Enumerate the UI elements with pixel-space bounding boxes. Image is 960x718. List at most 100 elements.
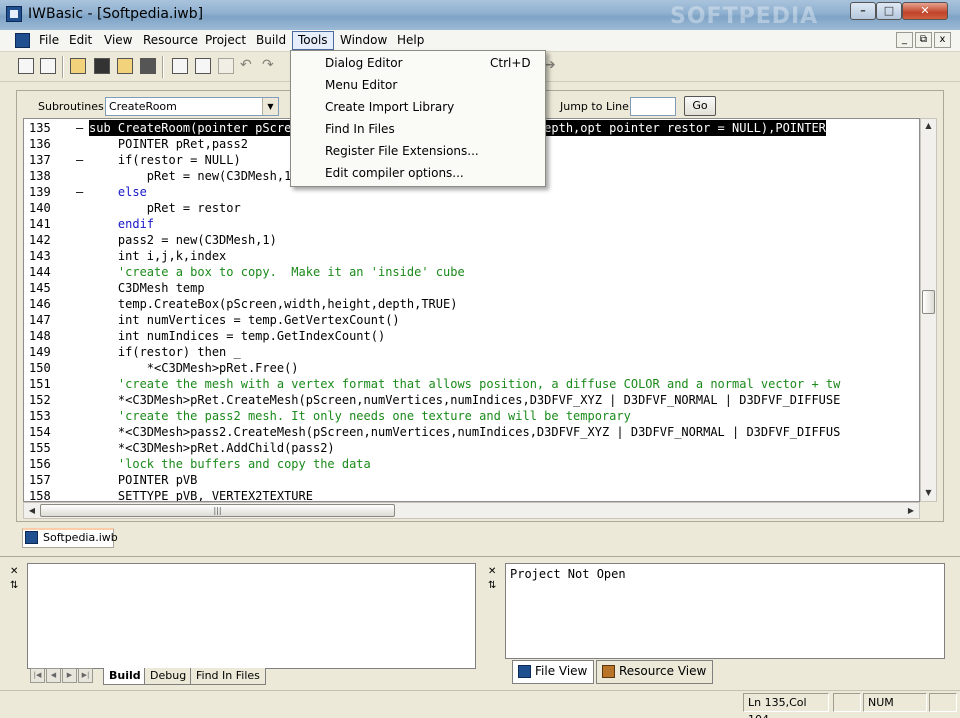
scroll-right-icon[interactable]: ▶ [905,506,917,515]
nav-first-icon[interactable]: |◀ [30,668,45,683]
new-project-icon[interactable] [40,58,56,74]
nav-prev-icon[interactable]: ◀ [46,668,61,683]
open-folder-icon[interactable] [70,58,86,74]
pane-grip-icon[interactable]: ⇅ [10,580,18,591]
nav-last-icon[interactable]: ▶| [78,668,93,683]
menu-menu-editor[interactable]: Menu Editor [325,78,397,92]
project-pane-grip-icon[interactable]: ⇅ [488,580,496,591]
code-line[interactable]: 147 int numVertices = temp.GetVertexCoun… [24,312,919,328]
nav-next-icon[interactable]: ▶ [62,668,77,683]
copy-icon[interactable] [195,58,211,74]
line-number: 151 [29,377,51,391]
cut-icon[interactable] [172,58,188,74]
jump-to-line-input[interactable] [630,97,676,116]
code-line[interactable]: 153 'create the pass2 mesh. It only need… [24,408,919,424]
code-text: 'create the pass2 mesh. It only needs on… [89,409,631,423]
code-text: SETTYPE pVB, VERTEX2TEXTURE [89,489,313,502]
minimize-button[interactable]: – [850,2,876,20]
app-icon[interactable] [6,6,22,22]
scroll-up-icon[interactable]: ▲ [921,121,936,130]
pane-splitter[interactable] [0,556,960,559]
code-line[interactable]: 141 endif [24,216,919,232]
open-project-icon[interactable] [117,58,133,74]
code-line[interactable]: 154 *<C3DMesh>pass2.CreateMesh(pScreen,n… [24,424,919,440]
line-number: 138 [29,169,51,183]
code-line[interactable]: 145 C3DMesh temp [24,280,919,296]
arrow-right-icon[interactable]: ➔ [544,58,560,74]
code-text: POINTER pRet,pass2 [89,137,248,151]
code-line[interactable]: 155 *<C3DMesh>pRet.AddChild(pass2) [24,440,919,456]
scroll-left-icon[interactable]: ◀ [26,506,38,515]
code-line[interactable]: 146 temp.CreateBox(pScreen,width,height,… [24,296,919,312]
menu-help[interactable]: Help [392,31,429,50]
num-lock-indicator: NUM [863,693,927,712]
subroutines-select[interactable]: CreateRoom ▼ [105,97,279,116]
menu-window[interactable]: Window [335,31,392,50]
save-icon[interactable] [94,58,110,74]
menu-create-import-library[interactable]: Create Import Library [325,100,454,114]
code-line[interactable]: 140 pRet = restor [24,200,919,216]
undo-icon[interactable]: ↶ [240,58,256,74]
maximize-button[interactable]: □ [876,2,902,20]
menu-tools[interactable]: Tools [292,31,334,50]
line-number: 149 [29,345,51,359]
menu-dialog-editor[interactable]: Dialog Editor [325,56,403,70]
tab-find-in-files[interactable]: Find In Files [190,668,266,685]
code-text: endif [89,217,155,231]
paste-icon[interactable] [218,58,234,74]
fold-marker[interactable]: – [76,184,84,200]
menu-edit-compiler-options[interactable]: Edit compiler options... [325,166,464,180]
tab-resource-view[interactable]: Resource View [596,660,714,684]
document-icon[interactable] [15,33,30,48]
subroutines-label: Subroutines [38,100,104,113]
tab-file-view[interactable]: File View [512,660,595,684]
tab-debug[interactable]: Debug [144,668,193,685]
code-line[interactable]: 143 int i,j,k,index [24,248,919,264]
code-line[interactable]: 142 pass2 = new(C3DMesh,1) [24,232,919,248]
menu-project[interactable]: Project [200,31,251,50]
code-text: 'create a box to copy. Make it an 'insid… [89,265,465,279]
mdi-restore-button[interactable]: ⧉ [915,32,932,48]
menu-build[interactable]: Build [251,31,291,50]
code-line[interactable]: 144 'create a box to copy. Make it an 'i… [24,264,919,280]
code-line[interactable]: 157 POINTER pVB [24,472,919,488]
code-line[interactable]: 150 *<C3DMesh>pRet.Free() [24,360,919,376]
menu-edit[interactable]: Edit [64,31,97,50]
mdi-minimize-button[interactable]: _ [896,32,913,48]
scroll-down-icon[interactable]: ▼ [921,488,936,497]
menu-file[interactable]: File [34,31,64,50]
menu-register-file-extensions[interactable]: Register File Extensions... [325,144,479,158]
fold-marker[interactable]: – [76,152,84,168]
code-line[interactable]: 149 if(restor) then _ [24,344,919,360]
line-number: 157 [29,473,51,487]
new-file-icon[interactable] [18,58,34,74]
build-output-pane[interactable] [27,563,476,669]
code-line[interactable]: 152 *<C3DMesh>pRet.CreateMesh(pScreen,nu… [24,392,919,408]
save-all-icon[interactable] [140,58,156,74]
fold-marker[interactable]: – [76,120,84,136]
code-line[interactable]: 158 SETTYPE pVB, VERTEX2TEXTURE [24,488,919,502]
chevron-down-icon[interactable]: ▼ [262,98,278,115]
code-text: *<C3DMesh>pRet.Free() [89,361,299,375]
tab-build[interactable]: Build [103,668,147,685]
code-line[interactable]: 151 'create the mesh with a vertex forma… [24,376,919,392]
code-text: if(restor = NULL) [89,153,241,167]
menu-view[interactable]: View [99,31,137,50]
menu-find-in-files[interactable]: Find In Files [325,122,395,136]
mdi-close-button[interactable]: x [934,32,951,48]
redo-icon[interactable]: ↷ [262,58,278,74]
vertical-scroll-thumb[interactable] [922,290,935,314]
code-text: pRet = new(C3DMesh,1) [89,169,299,183]
code-text: *<C3DMesh>pass2.CreateMesh(pScreen,numVe… [89,425,841,439]
line-number: 152 [29,393,51,407]
menu-resource[interactable]: Resource [138,31,203,50]
line-number: 136 [29,137,51,151]
pane-close-icon[interactable]: ✕ [10,566,18,577]
close-button[interactable]: ✕ [902,2,948,20]
status-panel-empty-2 [929,693,957,712]
code-line[interactable]: 148 int numIndices = temp.GetIndexCount(… [24,328,919,344]
go-button[interactable]: Go [684,96,716,116]
horizontal-scroll-thumb[interactable]: ||| [40,504,395,517]
project-pane-close-icon[interactable]: ✕ [488,566,496,577]
code-line[interactable]: 156 'lock the buffers and copy the data [24,456,919,472]
